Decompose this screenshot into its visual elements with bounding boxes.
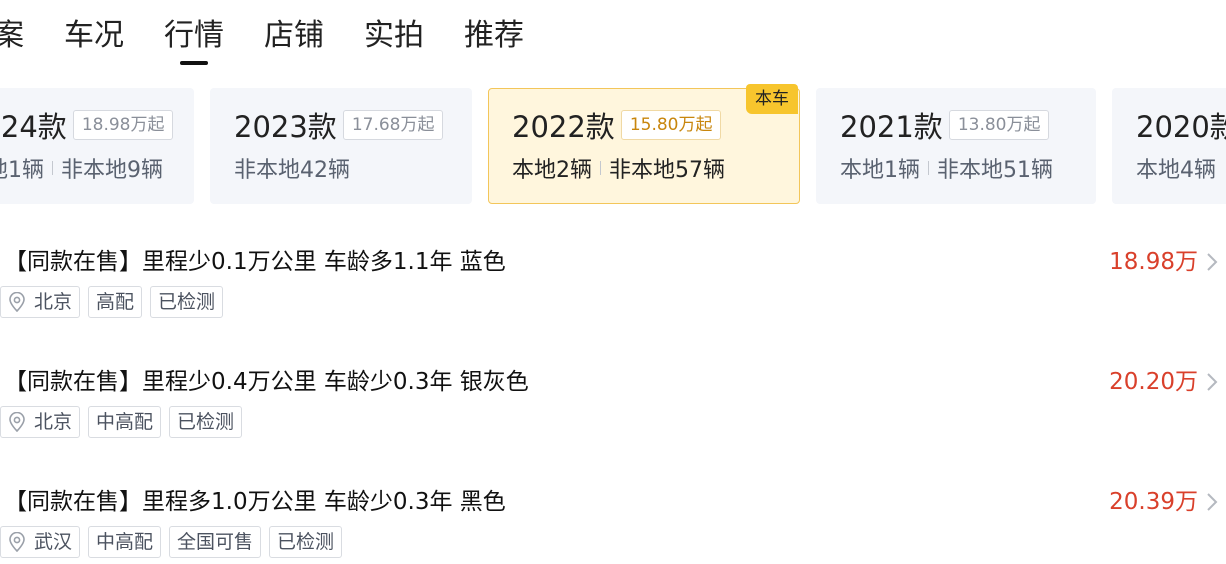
listing-tag: 已检测	[169, 406, 243, 438]
location-pin-icon	[9, 292, 25, 312]
year-label: 2022款	[512, 110, 615, 144]
listing-title: 【同款在售】里程少0.1万公里 车龄多1.1年 蓝色	[4, 249, 506, 275]
listing-tag: 高配	[88, 286, 143, 318]
year-card-2020[interactable]: 2020款 本地4辆	[1112, 88, 1226, 204]
divider	[52, 161, 53, 175]
listing-tag: 全国可售	[169, 526, 262, 558]
year-label: 2024款	[0, 110, 67, 144]
listing-item[interactable]: 【同款在售】里程少0.1万公里 车龄多1.1年 蓝色 18.98万 北京 高配 …	[0, 246, 1226, 346]
location-pin-icon	[9, 532, 25, 552]
year-label: 2021款	[840, 110, 943, 144]
tab-bar: 档案 车况 行情 店铺 实拍 推荐	[0, 14, 564, 66]
local-count: 本地1辆	[840, 158, 920, 183]
tag-list: 北京 中高配 已检测	[0, 406, 250, 438]
listing-price: 20.39万	[1109, 489, 1198, 515]
listing-tag: 已检测	[269, 526, 343, 558]
location-tag: 武汉	[0, 526, 81, 558]
tab-dossier[interactable]: 档案	[0, 14, 24, 58]
year-card-2024[interactable]: 2024款 18.98万起 本地1辆 非本地9辆	[0, 88, 194, 204]
chevron-right-icon	[1207, 253, 1218, 271]
location-tag: 北京	[0, 286, 81, 318]
nonlocal-count: 非本地9辆	[61, 158, 163, 183]
chevron-right-icon	[1207, 493, 1218, 511]
nonlocal-count: 非本地51辆	[937, 158, 1053, 183]
start-price-tag: 13.80万起	[948, 110, 1050, 140]
chevron-right-icon	[1207, 373, 1218, 391]
year-model-carousel: 2024款 18.98万起 本地1辆 非本地9辆 2023款 17.68万起 非…	[0, 88, 1226, 204]
tag-list: 武汉 中高配 全国可售 已检测	[0, 526, 350, 558]
tag-list: 北京 高配 已检测	[0, 286, 231, 318]
local-count: 本地2辆	[512, 158, 592, 183]
nonlocal-count: 非本地42辆	[234, 158, 350, 183]
tab-condition[interactable]: 车况	[64, 14, 124, 58]
tab-market[interactable]: 行情	[164, 14, 224, 65]
tab-recommend[interactable]: 推荐	[464, 14, 524, 58]
year-card-2023[interactable]: 2023款 17.68万起 非本地42辆	[210, 88, 472, 204]
nonlocal-count: 非本地57辆	[609, 158, 725, 183]
current-car-badge: 本车	[746, 84, 798, 114]
year-label: 2023款	[234, 110, 337, 144]
tab-photos[interactable]: 实拍	[364, 14, 424, 58]
city-label: 武汉	[34, 531, 73, 553]
start-price-tag: 15.80万起	[620, 110, 722, 140]
location-tag: 北京	[0, 406, 81, 438]
listing-tag: 中高配	[88, 526, 162, 558]
city-label: 北京	[34, 411, 73, 433]
listing-price: 18.98万	[1109, 249, 1198, 275]
location-pin-icon	[9, 412, 25, 432]
listing-title: 【同款在售】里程少0.4万公里 车龄少0.3年 银灰色	[4, 369, 529, 395]
year-label: 2020款	[1136, 110, 1226, 144]
tab-store[interactable]: 店铺	[264, 14, 324, 58]
divider	[600, 161, 601, 175]
year-card-2021[interactable]: 2021款 13.80万起 本地1辆 非本地51辆	[816, 88, 1096, 204]
local-count: 本地1辆	[0, 158, 44, 183]
listing-price: 20.20万	[1109, 369, 1198, 395]
city-label: 北京	[34, 291, 73, 313]
listing-item[interactable]: 【同款在售】里程多1.0万公里 车龄少0.3年 黑色 20.39万 武汉 中高配…	[0, 486, 1226, 564]
divider	[928, 161, 929, 175]
listing-tag: 中高配	[88, 406, 162, 438]
start-price-tag: 17.68万起	[342, 110, 444, 140]
listing-tag: 已检测	[150, 286, 224, 318]
listing-title: 【同款在售】里程多1.0万公里 车龄少0.3年 黑色	[4, 489, 506, 515]
listing-item[interactable]: 【同款在售】里程少0.4万公里 车龄少0.3年 银灰色 20.20万 北京 中高…	[0, 366, 1226, 466]
start-price-tag: 18.98万起	[72, 110, 174, 140]
local-count: 本地4辆	[1136, 158, 1216, 183]
